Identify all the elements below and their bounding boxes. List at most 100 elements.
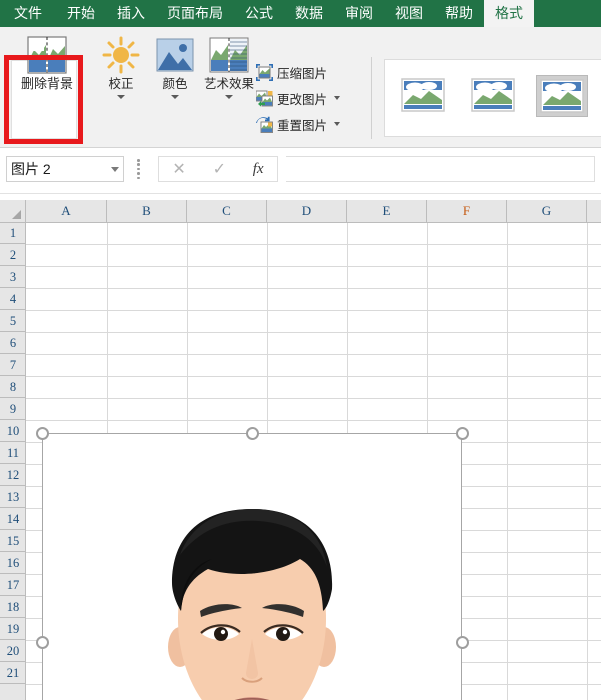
ribbon-tab-help[interactable]: 帮助: [434, 0, 484, 27]
row-header-7[interactable]: 7: [0, 354, 26, 376]
grid-line-horizontal: [26, 310, 601, 311]
chevron-down-icon[interactable]: [171, 95, 179, 99]
column-header-B[interactable]: B: [107, 200, 187, 222]
remove-background-label: 删除背景: [20, 76, 73, 91]
compress-pictures-button[interactable]: 压缩图片: [256, 61, 327, 83]
resize-handle-middle-right[interactable]: [455, 635, 469, 649]
chevron-down-icon[interactable]: [334, 96, 341, 100]
grid-line-vertical: [587, 222, 588, 700]
ribbon-group-separator: [371, 57, 372, 139]
chevron-down-icon[interactable]: [334, 122, 341, 126]
select-all-triangle-icon: [12, 210, 21, 219]
grid-line-horizontal: [26, 420, 601, 421]
worksheet-grid[interactable]: 1 2 3 4 5 6 7 8 9 10 11 12 13 14 15 16 17 18 19 20 21: [0, 200, 601, 700]
column-header-E[interactable]: E: [347, 200, 427, 222]
ribbon-tab-view[interactable]: 视图: [384, 0, 434, 27]
ribbon-tab-home[interactable]: 开始: [56, 0, 106, 27]
row-header-12[interactable]: 12: [0, 464, 26, 486]
reset-picture-label: 重置图片: [277, 118, 328, 133]
formula-bar-grip[interactable]: [137, 159, 141, 179]
artistic-effects-icon: [209, 33, 249, 77]
row-header-3[interactable]: 3: [0, 266, 26, 288]
ribbon-body: 删除背景 校正 颜色 艺术效果 压缩图片 更改图片 重置图片: [0, 27, 601, 193]
ribbon-tab-format[interactable]: 格式: [484, 0, 534, 27]
color-picture-icon: [156, 33, 194, 77]
ribbon-tab-page-layout[interactable]: 页面布局: [156, 0, 234, 27]
row-header-11[interactable]: 11: [0, 442, 26, 464]
row-header-17[interactable]: 17: [0, 574, 26, 596]
remove-background-button[interactable]: 删除背景: [8, 33, 86, 109]
resize-handle-top-right[interactable]: [455, 426, 469, 440]
chevron-down-icon[interactable]: [225, 95, 233, 99]
picture-style-option-1[interactable]: [401, 78, 445, 112]
picture-style-option-2[interactable]: [471, 78, 515, 112]
artistic-effects-button[interactable]: 艺术效果: [196, 33, 262, 109]
column-header-D[interactable]: D: [267, 200, 347, 222]
reset-picture-icon: [256, 116, 273, 133]
row-header-16[interactable]: 16: [0, 552, 26, 574]
compress-pictures-label: 压缩图片: [277, 66, 328, 81]
picture-style-option-3[interactable]: [536, 75, 588, 117]
name-box[interactable]: 图片 2: [6, 156, 124, 182]
formula-bar-row: 图片 2 ✕ ✓ fx: [0, 148, 601, 200]
formula-bar-divider: [0, 193, 601, 194]
row-header-18[interactable]: 18: [0, 596, 26, 618]
portrait-photo[interactable]: [42, 433, 462, 700]
row-header-21[interactable]: 21: [0, 662, 26, 684]
resize-handle-middle-left[interactable]: [35, 635, 49, 649]
grid-line-horizontal: [26, 244, 601, 245]
corrections-sun-icon: [102, 33, 140, 77]
row-header-6[interactable]: 6: [0, 332, 26, 354]
chevron-down-icon[interactable]: [111, 166, 119, 172]
grid-line-horizontal: [26, 398, 601, 399]
grid-line-vertical: [507, 222, 508, 700]
reset-picture-button[interactable]: 重置图片: [256, 113, 341, 135]
ribbon-tab-insert[interactable]: 插入: [106, 0, 156, 27]
chevron-down-icon[interactable]: [117, 95, 125, 99]
artistic-effects-label: 艺术效果: [203, 77, 254, 91]
formula-input[interactable]: [286, 156, 595, 182]
row-header-9[interactable]: 9: [0, 398, 26, 420]
column-header-G[interactable]: G: [507, 200, 587, 222]
row-header-14[interactable]: 14: [0, 508, 26, 530]
row-header-2[interactable]: 2: [0, 244, 26, 266]
row-header-1[interactable]: 1: [0, 222, 26, 244]
change-picture-icon: [255, 90, 273, 107]
row-header-4[interactable]: 4: [0, 288, 26, 310]
row-header-10[interactable]: 10: [0, 420, 26, 442]
row-header-20[interactable]: 20: [0, 640, 26, 662]
row-header-15[interactable]: 15: [0, 530, 26, 552]
change-picture-label: 更改图片: [277, 92, 328, 107]
ribbon-tab-formulas[interactable]: 公式: [234, 0, 284, 27]
color-label: 颜色: [162, 77, 188, 91]
formula-bar-actions: ✕ ✓ fx: [158, 156, 278, 182]
ribbon-tab-file[interactable]: 文件: [0, 0, 56, 27]
remove-background-icon: [27, 33, 67, 77]
column-header-A[interactable]: A: [26, 200, 107, 222]
corrections-button[interactable]: 校正: [92, 33, 150, 109]
column-header-strip: ABCDEFG: [0, 200, 601, 223]
picture-object[interactable]: [35, 426, 469, 700]
column-header-F[interactable]: F: [427, 200, 507, 222]
ribbon-tab-data[interactable]: 数据: [284, 0, 334, 27]
insert-function-fx-icon[interactable]: fx: [253, 161, 264, 178]
name-box-value: 图片 2: [11, 161, 51, 177]
row-header-5[interactable]: 5: [0, 310, 26, 332]
row-header-8[interactable]: 8: [0, 376, 26, 398]
compress-pictures-icon: [256, 63, 273, 81]
cancel-x-icon[interactable]: ✕: [172, 159, 185, 179]
grid-line-horizontal: [26, 354, 601, 355]
change-picture-button[interactable]: 更改图片: [255, 87, 341, 109]
grid-line-horizontal: [26, 332, 601, 333]
column-header-C[interactable]: C: [187, 200, 267, 222]
confirm-check-icon[interactable]: ✓: [213, 159, 226, 179]
row-header-19[interactable]: 19: [0, 618, 26, 640]
ribbon-tab-review[interactable]: 审阅: [334, 0, 384, 27]
grid-line-horizontal: [26, 376, 601, 377]
picture-styles-gallery[interactable]: [384, 59, 601, 137]
resize-handle-top-center[interactable]: [245, 426, 259, 440]
select-all-corner[interactable]: [0, 200, 26, 222]
row-header-13[interactable]: 13: [0, 486, 26, 508]
grid-line-horizontal: [26, 266, 601, 267]
resize-handle-top-left[interactable]: [35, 426, 49, 440]
